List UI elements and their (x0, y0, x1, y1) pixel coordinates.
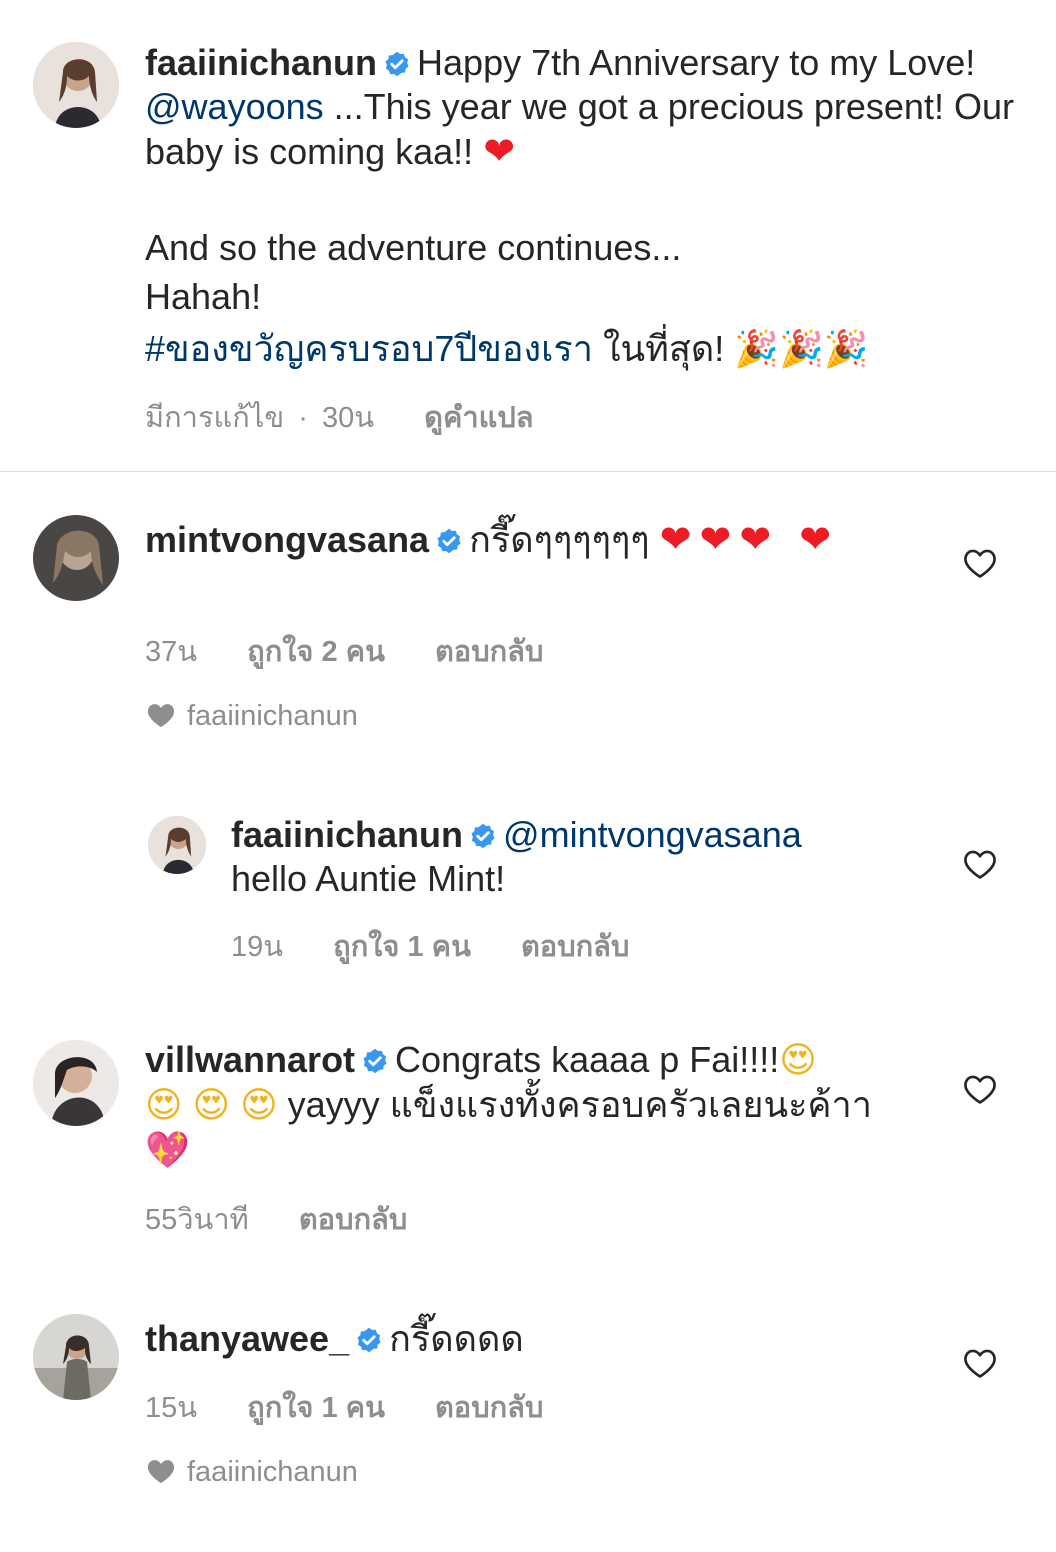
caption-time: 30น (322, 402, 375, 434)
heart-eyes-emoji: 😍 (240, 1085, 278, 1126)
verified-badge-icon (435, 527, 463, 555)
verified-badge-icon (355, 1326, 383, 1354)
meta-separator: · (298, 402, 308, 434)
comment-username[interactable]: villwannarot (145, 1039, 355, 1080)
liked-by-username: faaiinichanun (187, 1456, 358, 1488)
comment-username[interactable]: mintvongvasana (145, 519, 429, 560)
edited-label: มีการแก้ไข (145, 402, 285, 434)
liked-by-username: faaiinichanun (187, 700, 358, 732)
caption-hashtag-link[interactable]: #ของขวัญครบรอบ7ปีของเรา (145, 328, 593, 369)
avatar[interactable] (33, 42, 119, 128)
avatar[interactable] (33, 515, 119, 601)
caption-username[interactable]: faaiinichanun (145, 42, 377, 83)
reply-button[interactable]: ตอบกลับ (521, 923, 629, 969)
comment-text: mintvongvasana กรี๊ดๆๆๆๆๆๆ ❤❤❤ ❤ (145, 517, 905, 562)
caption-line2: And so the adventure continues... (145, 227, 682, 268)
reply-body: hello Auntie Mint! (231, 858, 506, 899)
avatar-photo (33, 1040, 119, 1126)
avatar[interactable] (33, 1314, 119, 1400)
like-count[interactable]: ถูกใจ 1 คน (333, 923, 471, 969)
verified-badge-icon (383, 50, 411, 78)
reply-mention-link[interactable]: @mintvongvasana (503, 814, 802, 855)
heart-eyes-emoji: 😍 (192, 1085, 231, 1126)
comment-body: กรี๊ดดดด (389, 1318, 524, 1359)
red-heart-emoji: ❤❤❤ ❤ (659, 517, 840, 561)
comment-text: villwannarot Congrats kaaaa p Fai!!!!😍 😍 … (145, 1038, 915, 1173)
red-heart-emoji: ❤ (483, 129, 516, 173)
reply-button[interactable]: ตอบกลับ (435, 628, 543, 674)
avatar-photo (33, 42, 119, 128)
comment-text: thanyawee_ กรี๊ดดดด (145, 1317, 905, 1361)
divider (0, 471, 1056, 472)
reply-time: 19น (231, 931, 284, 963)
reply-text: faaiinichanun @mintvongvasana hello Aunti… (231, 813, 931, 901)
comment-time: 15น (145, 1392, 198, 1424)
heart-outline-icon[interactable] (963, 848, 997, 880)
avatar-photo (33, 1314, 119, 1400)
comment-body-part2: yayyy แข็งแรงทั้งครอบครัวเลยนะค้าา (287, 1084, 872, 1125)
reply-button[interactable]: ตอบกลับ (435, 1384, 543, 1430)
heart-outline-icon[interactable] (963, 1073, 997, 1105)
caption-line4: #ของขวัญครบรอบ7ปีของเรา ในที่สุด! 🎉🎉🎉 (145, 327, 869, 372)
heart-eyes-emoji: 😍 (145, 1085, 183, 1126)
avatar[interactable] (33, 1040, 119, 1126)
caption-text-part1: Happy 7th Anniversary to my Love! (417, 42, 976, 83)
sparkling-heart-emoji: 💖 (145, 1130, 190, 1171)
comment-body-part1: Congrats kaaaa p Fai!!!! (395, 1039, 780, 1080)
heart-outline-icon[interactable] (963, 1347, 997, 1379)
avatar[interactable] (148, 816, 206, 874)
avatar-photo (33, 515, 119, 601)
reply-meta: 19น ถูกใจ 1 คน ตอบกลับ (231, 923, 629, 969)
creator-liked-row: faaiinichanun (145, 1456, 358, 1489)
comment-meta: 15น ถูกใจ 1 คน ตอบกลับ (145, 1384, 543, 1430)
like-count[interactable]: ถูกใจ 1 คน (247, 1384, 385, 1430)
party-popper-emoji: 🎉🎉🎉 (734, 329, 869, 370)
verified-badge-icon (361, 1047, 389, 1075)
avatar-photo (148, 816, 206, 874)
creator-liked-row: faaiinichanun (145, 700, 358, 733)
verified-badge-icon (469, 822, 497, 850)
translate-button[interactable]: ดูคำแปล (424, 394, 533, 440)
caption-meta: มีการแก้ไข · 30น ดูคำแปล (145, 394, 534, 440)
comment-time: 37น (145, 636, 198, 668)
caption-line3: Hahah! (145, 276, 262, 317)
heart-eyes-emoji: 😍 (779, 1040, 817, 1081)
reply-username[interactable]: faaiinichanun (231, 814, 463, 855)
comment-body: กรี๊ดๆๆๆๆๆๆ (469, 519, 650, 560)
comment-meta: 55วินาที ตอบกลับ (145, 1196, 407, 1242)
heart-outline-icon[interactable] (963, 547, 997, 579)
caption-text: faaiinichanun Happy 7th Anniversary to my… (145, 41, 1025, 174)
caption-mention-link[interactable]: @wayoons (145, 86, 324, 127)
like-count[interactable]: ถูกใจ 2 คน (247, 628, 385, 674)
comment-time: 55วินาที (145, 1204, 249, 1236)
caption-line4-text: ในที่สุด! (602, 328, 725, 369)
comment-meta: 37น ถูกใจ 2 คน ตอบกลับ (145, 628, 543, 674)
reply-button[interactable]: ตอบกลับ (299, 1196, 407, 1242)
comment-username[interactable]: thanyawee_ (145, 1318, 349, 1359)
heart-filled-icon (145, 701, 177, 729)
heart-filled-icon (145, 1457, 177, 1485)
